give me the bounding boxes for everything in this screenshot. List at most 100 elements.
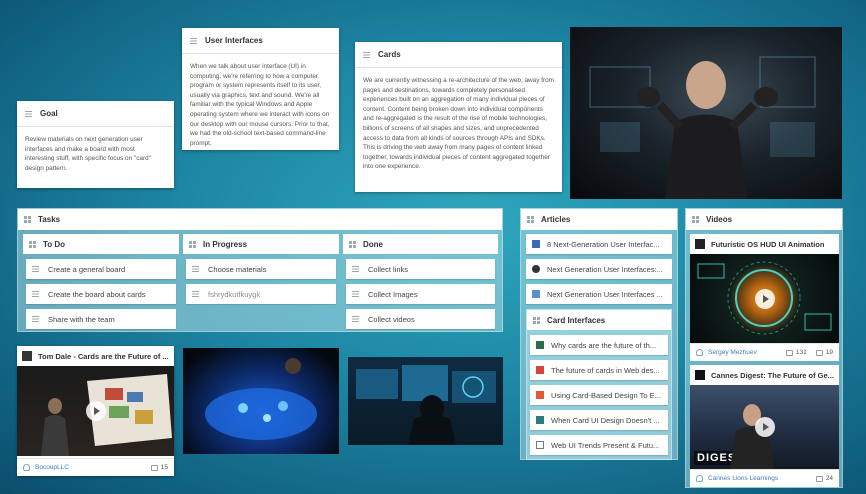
articles-title: Articles [541,215,571,224]
user-icon [696,349,703,356]
article-link[interactable]: 8 Next-Generation User Interfac... [526,234,672,254]
video-title: Futuristic OS HUD UI Animation [711,239,825,249]
lines-icon [352,266,359,272]
lines-icon [32,291,39,297]
lines-icon [363,51,370,58]
user-interfaces-title: User Interfaces [205,36,263,45]
grid-icon [189,240,196,248]
article-icon [532,265,540,273]
article-icon [536,366,544,374]
videos-panel: Videos Futuristic OS HUD UI Animation Se… [685,208,843,488]
grid-icon [533,316,540,324]
lines-icon [25,110,32,117]
task-column-done: Done Collect links Collect Images Collec… [343,234,498,329]
task-item[interactable]: Collect links [346,259,495,279]
column-title: Done [363,239,383,249]
touch-table-image[interactable] [183,348,339,454]
task-item[interactable]: fshrydkutfkuygk [186,284,336,304]
article-link[interactable]: Using Card-Based Design To E... [530,385,668,405]
task-column-todo: To Do Create a general board Create the … [23,234,179,329]
article-icon [536,441,544,449]
grid-icon [527,216,534,223]
task-column-in-progress: In Progress Choose materials fshrydkutfk… [183,234,339,304]
lines-icon [32,266,39,272]
grid-icon [24,216,31,223]
grid-icon [349,240,356,248]
control-room-image[interactable] [348,357,503,445]
article-icon [536,391,544,399]
goal-note[interactable]: Goal Review materials on next generation… [17,101,174,188]
cards-title: Cards [378,50,401,59]
user-interfaces-body: When we talk about user interface (UI) i… [190,63,330,147]
like-icon[interactable] [785,349,793,356]
hud-illustration [589,56,816,199]
article-link[interactable]: Next Generation User Interfaces:... [526,259,672,279]
video-source-icon [22,351,32,361]
article-icon [536,341,544,349]
video-title: Cannes Digest: The Future of Ge... [711,370,834,380]
table-graphic [205,358,317,440]
task-item[interactable]: Collect Images [346,284,495,304]
lines-icon [192,291,199,297]
video-card[interactable]: Tom Dale - Cards are the Future of ... B… [17,346,174,476]
video-source-icon [695,370,705,380]
card-interfaces-group: Card Interfaces Why cards are the future… [526,309,672,460]
videos-title: Videos [706,215,733,224]
task-item[interactable]: Create the board about cards [26,284,176,304]
video-thumbnail[interactable]: DIGEST [690,385,839,469]
video-author[interactable]: Sergey Mezhuev [708,349,757,356]
goal-title: Goal [40,109,58,118]
lines-icon [352,291,359,297]
video-card[interactable]: Cannes Digest: The Future of Ge... DIGES… [690,365,839,487]
goal-body: Review materials on next generation user… [25,136,151,172]
lines-icon [352,316,359,322]
comment-icon[interactable] [815,349,823,356]
user-interfaces-note[interactable]: User Interfaces When we talk about user … [182,28,339,150]
like-icon[interactable] [815,475,823,482]
grid-icon [692,216,699,223]
like-count: 24 [825,475,833,482]
task-item[interactable]: Collect videos [346,309,495,329]
cards-body: We are currently witnessing a re-archite… [363,77,554,171]
lines-icon [192,266,199,272]
video-source-icon [695,239,705,249]
like-count: 15 [160,464,168,471]
user-icon [23,464,30,471]
grid-icon [29,240,36,248]
video-thumbnail[interactable] [690,254,839,343]
like-icon[interactable] [150,464,158,471]
card-interfaces-title: Card Interfaces [547,315,606,325]
article-icon [532,290,540,298]
user-icon [696,475,703,482]
articles-panel: Articles 8 Next-Generation User Interfac… [520,208,678,460]
article-icon [536,416,544,424]
article-icon [532,240,540,248]
play-icon[interactable] [754,288,775,309]
video-card[interactable]: Futuristic OS HUD UI Animation Sergey Me… [690,234,839,361]
lines-icon [190,37,197,44]
article-link[interactable]: Next Generation User Interfaces ... [526,284,672,304]
video-author[interactable]: Cannes Lions Learnings [708,475,778,482]
column-title: In Progress [203,239,248,249]
video-title: Tom Dale - Cards are the Future of ... [38,351,169,361]
screens-graphic [356,365,496,445]
tasks-title: Tasks [38,215,61,224]
article-link[interactable]: Web UI Trends Present & Futu... [530,435,668,455]
like-count: 131 [795,349,807,356]
comment-count: 19 [825,349,833,356]
cards-note[interactable]: Cards We are currently witnessing a re-a… [355,42,562,192]
play-icon[interactable] [754,417,775,437]
task-item[interactable]: Choose materials [186,259,336,279]
play-icon[interactable] [85,401,106,421]
lines-icon [32,316,39,322]
video-thumbnail[interactable] [17,366,174,456]
article-link[interactable]: When Card UI Design Doesn't ... [530,410,668,430]
task-item[interactable]: Share with the team [26,309,176,329]
hud-image[interactable] [570,27,842,199]
tasks-panel: Tasks To Do Create a general board Creat… [17,208,503,332]
task-item[interactable]: Create a general board [26,259,176,279]
column-title: To Do [43,239,66,249]
article-link[interactable]: The future of cards in Web des... [530,360,668,380]
video-author[interactable]: BocoupLLC [35,464,69,471]
article-link[interactable]: Why cards are the future of th... [530,335,668,355]
